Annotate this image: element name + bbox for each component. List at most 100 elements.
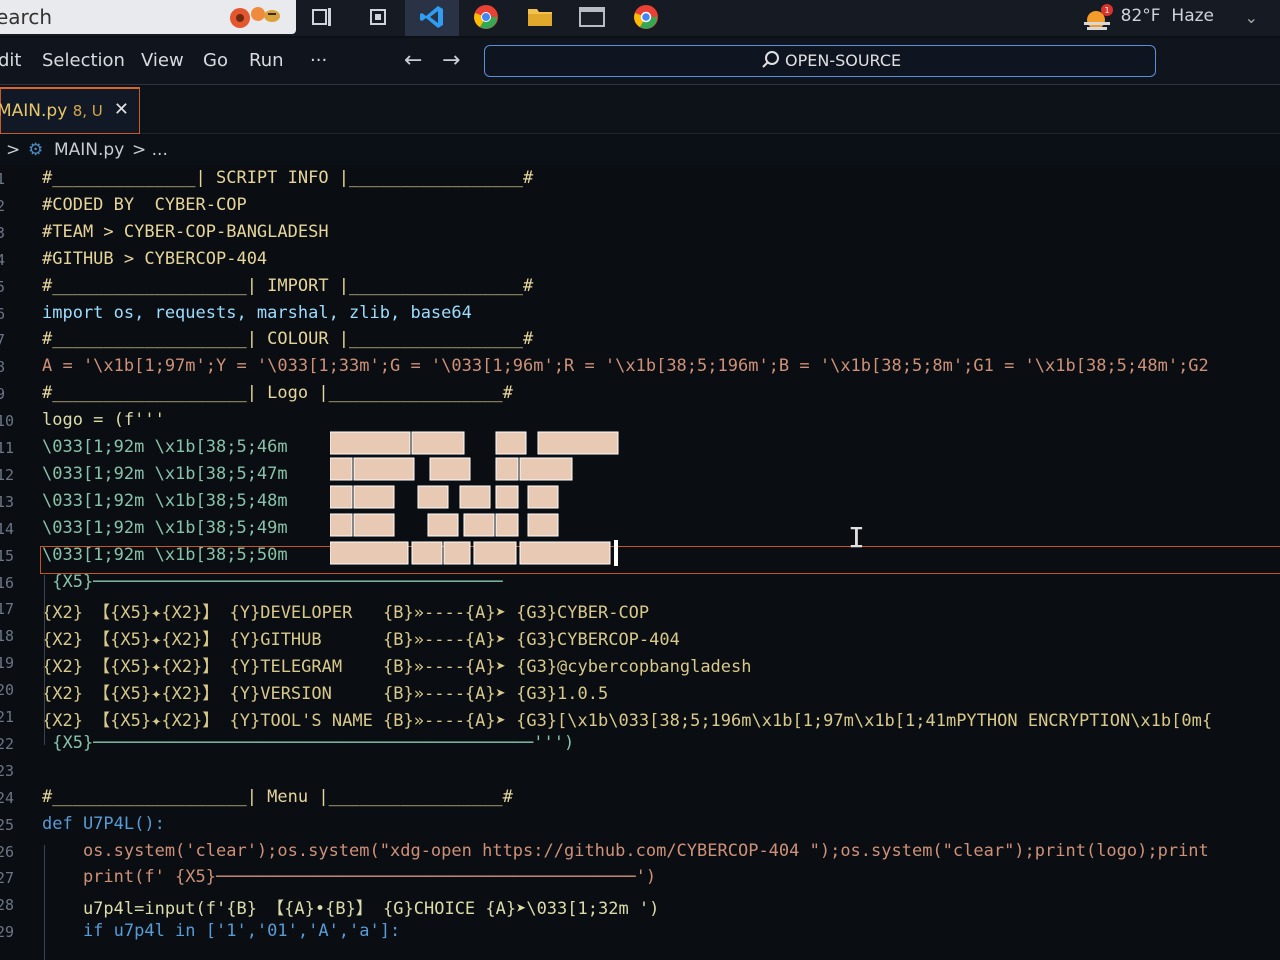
code-line[interactable]: {X2} 【{X5}✦{X2}】 {Y}TELEGRAM {B}»----{A}… xyxy=(42,652,752,677)
breadcrumb-rest[interactable]: > ... xyxy=(132,140,168,160)
line-number: 6 xyxy=(0,304,6,323)
tab-bar: MAIN.py 8, U ✕ xyxy=(0,85,1280,134)
line-number: 22 xyxy=(0,734,15,753)
line-number: 21 xyxy=(0,708,15,726)
breadcrumb: > ⚙ MAIN.py > ... xyxy=(0,135,1280,166)
search-icon xyxy=(762,51,779,68)
code-editor[interactable]: 1 #______________| SCRIPT INFO |_________… xyxy=(0,165,1280,960)
code-line[interactable]: print(f' {X5}───────────────────────────… xyxy=(42,867,656,887)
task-view-icon[interactable] xyxy=(308,4,336,30)
code-line[interactable]: #GITHUB > CYBERCOP-404 xyxy=(42,249,267,269)
code-line[interactable]: \033[1;92m \x1b[38;5;46m xyxy=(42,437,288,457)
chevron-down-icon[interactable]: ⌄ xyxy=(1245,8,1258,27)
python-file-icon: ⚙ xyxy=(28,140,44,160)
search-highlight-image xyxy=(230,7,280,28)
menu-more[interactable]: ··· xyxy=(310,50,327,71)
taskbar: earch 1 82°F Haze ⌄ xyxy=(0,0,1280,36)
code-line[interactable]: A = '\x1b[1;97m';Y = '\033[1;33m';G = '\… xyxy=(42,356,1209,376)
command-center-label: OPEN-SOURCE xyxy=(785,51,902,70)
code-line[interactable]: def U7P4L(): xyxy=(42,814,165,834)
widgets-icon[interactable] xyxy=(364,4,392,30)
command-center[interactable]: OPEN-SOURCE xyxy=(484,45,1156,77)
line-number: 19 xyxy=(0,654,15,673)
text-cursor-icon: I xyxy=(848,521,865,554)
weather-icon[interactable]: 1 xyxy=(1080,4,1114,32)
vscode-icon[interactable] xyxy=(418,4,446,30)
code-line[interactable]: \033[1;92m \x1b[38;5;47m xyxy=(42,464,288,484)
line-number: 28 xyxy=(0,896,15,915)
chevron-right-icon[interactable]: > xyxy=(6,140,20,160)
weather-desc: Haze xyxy=(1171,6,1214,26)
code-line[interactable]: #___________________| Logo |____________… xyxy=(42,383,513,403)
line-number: 2 xyxy=(0,196,6,215)
chrome-canary-icon[interactable] xyxy=(632,4,660,30)
code-line[interactable]: import os, requests, marshal, zlib, base… xyxy=(42,303,472,323)
tab-filename: MAIN.py xyxy=(0,101,68,121)
terminal-icon[interactable] xyxy=(578,4,606,30)
code-line[interactable]: {X5}────────────────────────────────────… xyxy=(42,572,502,592)
line-number: 18 xyxy=(0,627,15,646)
tab-meta: 8, U xyxy=(72,102,103,120)
chrome-icon[interactable] xyxy=(472,4,500,30)
line-number: 20 xyxy=(0,681,15,700)
indent-guide xyxy=(44,845,45,960)
tab-main-py[interactable]: MAIN.py 8, U ✕ xyxy=(0,87,140,134)
line-number: 25 xyxy=(0,815,15,834)
breadcrumb-file[interactable]: MAIN.py xyxy=(54,140,124,160)
line-number: 14 xyxy=(0,519,15,538)
close-icon[interactable]: ✕ xyxy=(114,99,129,120)
menu-view[interactable]: View xyxy=(141,50,184,71)
code-line[interactable]: os.system('clear');os.system("xdg-open h… xyxy=(42,841,1209,861)
line-number: 11 xyxy=(0,439,15,457)
menu-edit[interactable]: dit xyxy=(0,50,21,71)
weather-text[interactable]: 82°F Haze xyxy=(1121,6,1214,26)
code-line[interactable]: #CODED BY CYBER-COP xyxy=(42,195,247,215)
line-number: 7 xyxy=(0,331,6,350)
file-explorer-icon[interactable] xyxy=(526,4,554,30)
current-line-highlight xyxy=(40,546,1280,574)
ascii-logo-art xyxy=(330,431,619,566)
line-number: 15 xyxy=(0,546,15,565)
code-line[interactable]: #TEAM > CYBER-COP-BANGLADESH xyxy=(42,222,329,242)
menu-bar: dit Selection View Go Run ··· ← → OPEN-S… xyxy=(0,38,1280,85)
code-line[interactable]: if u7p4l in ['1','01','A','a']: xyxy=(42,921,400,941)
code-line[interactable]: logo = (f''' xyxy=(42,410,165,430)
menu-run[interactable]: Run xyxy=(249,50,284,71)
code-line[interactable]: #___________________| Menu |____________… xyxy=(42,787,513,807)
line-number: 23 xyxy=(0,761,15,780)
menu-selection[interactable]: Selection xyxy=(42,50,125,71)
forward-arrow-icon[interactable]: → xyxy=(442,48,460,73)
code-line[interactable]: #___________________| IMPORT |__________… xyxy=(42,276,533,296)
code-line[interactable]: \033[1;92m \x1b[38;5;49m xyxy=(42,518,288,538)
line-number: 17 xyxy=(0,600,15,619)
line-number: 9 xyxy=(0,385,6,404)
line-number: 10 xyxy=(0,412,15,431)
line-number: 4 xyxy=(0,250,6,269)
line-number: 1 xyxy=(0,170,6,188)
menu-go[interactable]: Go xyxy=(203,50,228,71)
line-number: 5 xyxy=(0,277,6,296)
taskbar-search[interactable]: earch xyxy=(0,0,296,34)
code-line[interactable]: #______________| SCRIPT INFO |__________… xyxy=(42,168,533,188)
back-arrow-icon[interactable]: ← xyxy=(404,48,422,73)
line-number: 27 xyxy=(0,869,15,888)
weather-temp: 82°F xyxy=(1120,6,1161,26)
code-line[interactable]: {X2} 【{X5}✦{X2}】 {Y}DEVELOPER {B}»----{A… xyxy=(42,598,649,623)
code-line[interactable]: #___________________| COLOUR |__________… xyxy=(42,329,533,349)
line-number: 13 xyxy=(0,492,15,511)
code-line[interactable]: {X2} 【{X5}✦{X2}】 {Y}GITHUB {B}»----{A}➤ … xyxy=(42,625,680,650)
code-line[interactable]: \033[1;92m \x1b[38;5;48m xyxy=(42,491,288,511)
line-number: 29 xyxy=(0,923,15,942)
line-number: 26 xyxy=(0,842,15,861)
search-text: earch xyxy=(0,5,53,29)
line-number: 12 xyxy=(0,465,15,484)
code-line[interactable]: u7p4l=input(f'{B} 【{A}•{B}】 {G}CHOICE {A… xyxy=(42,894,659,919)
line-number: 3 xyxy=(0,223,6,242)
line-number: 8 xyxy=(0,358,6,377)
code-line[interactable]: {X5}────────────────────────────────────… xyxy=(42,733,574,753)
indent-guide xyxy=(44,575,45,745)
line-number: 24 xyxy=(0,788,15,807)
code-line[interactable]: {X2} 【{X5}✦{X2}】 {Y}TOOL'S NAME {B}»----… xyxy=(42,706,1212,731)
weather-badge: 1 xyxy=(1104,6,1109,15)
code-line[interactable]: {X2} 【{X5}✦{X2}】 {Y}VERSION {B}»----{A}➤… xyxy=(42,679,608,704)
